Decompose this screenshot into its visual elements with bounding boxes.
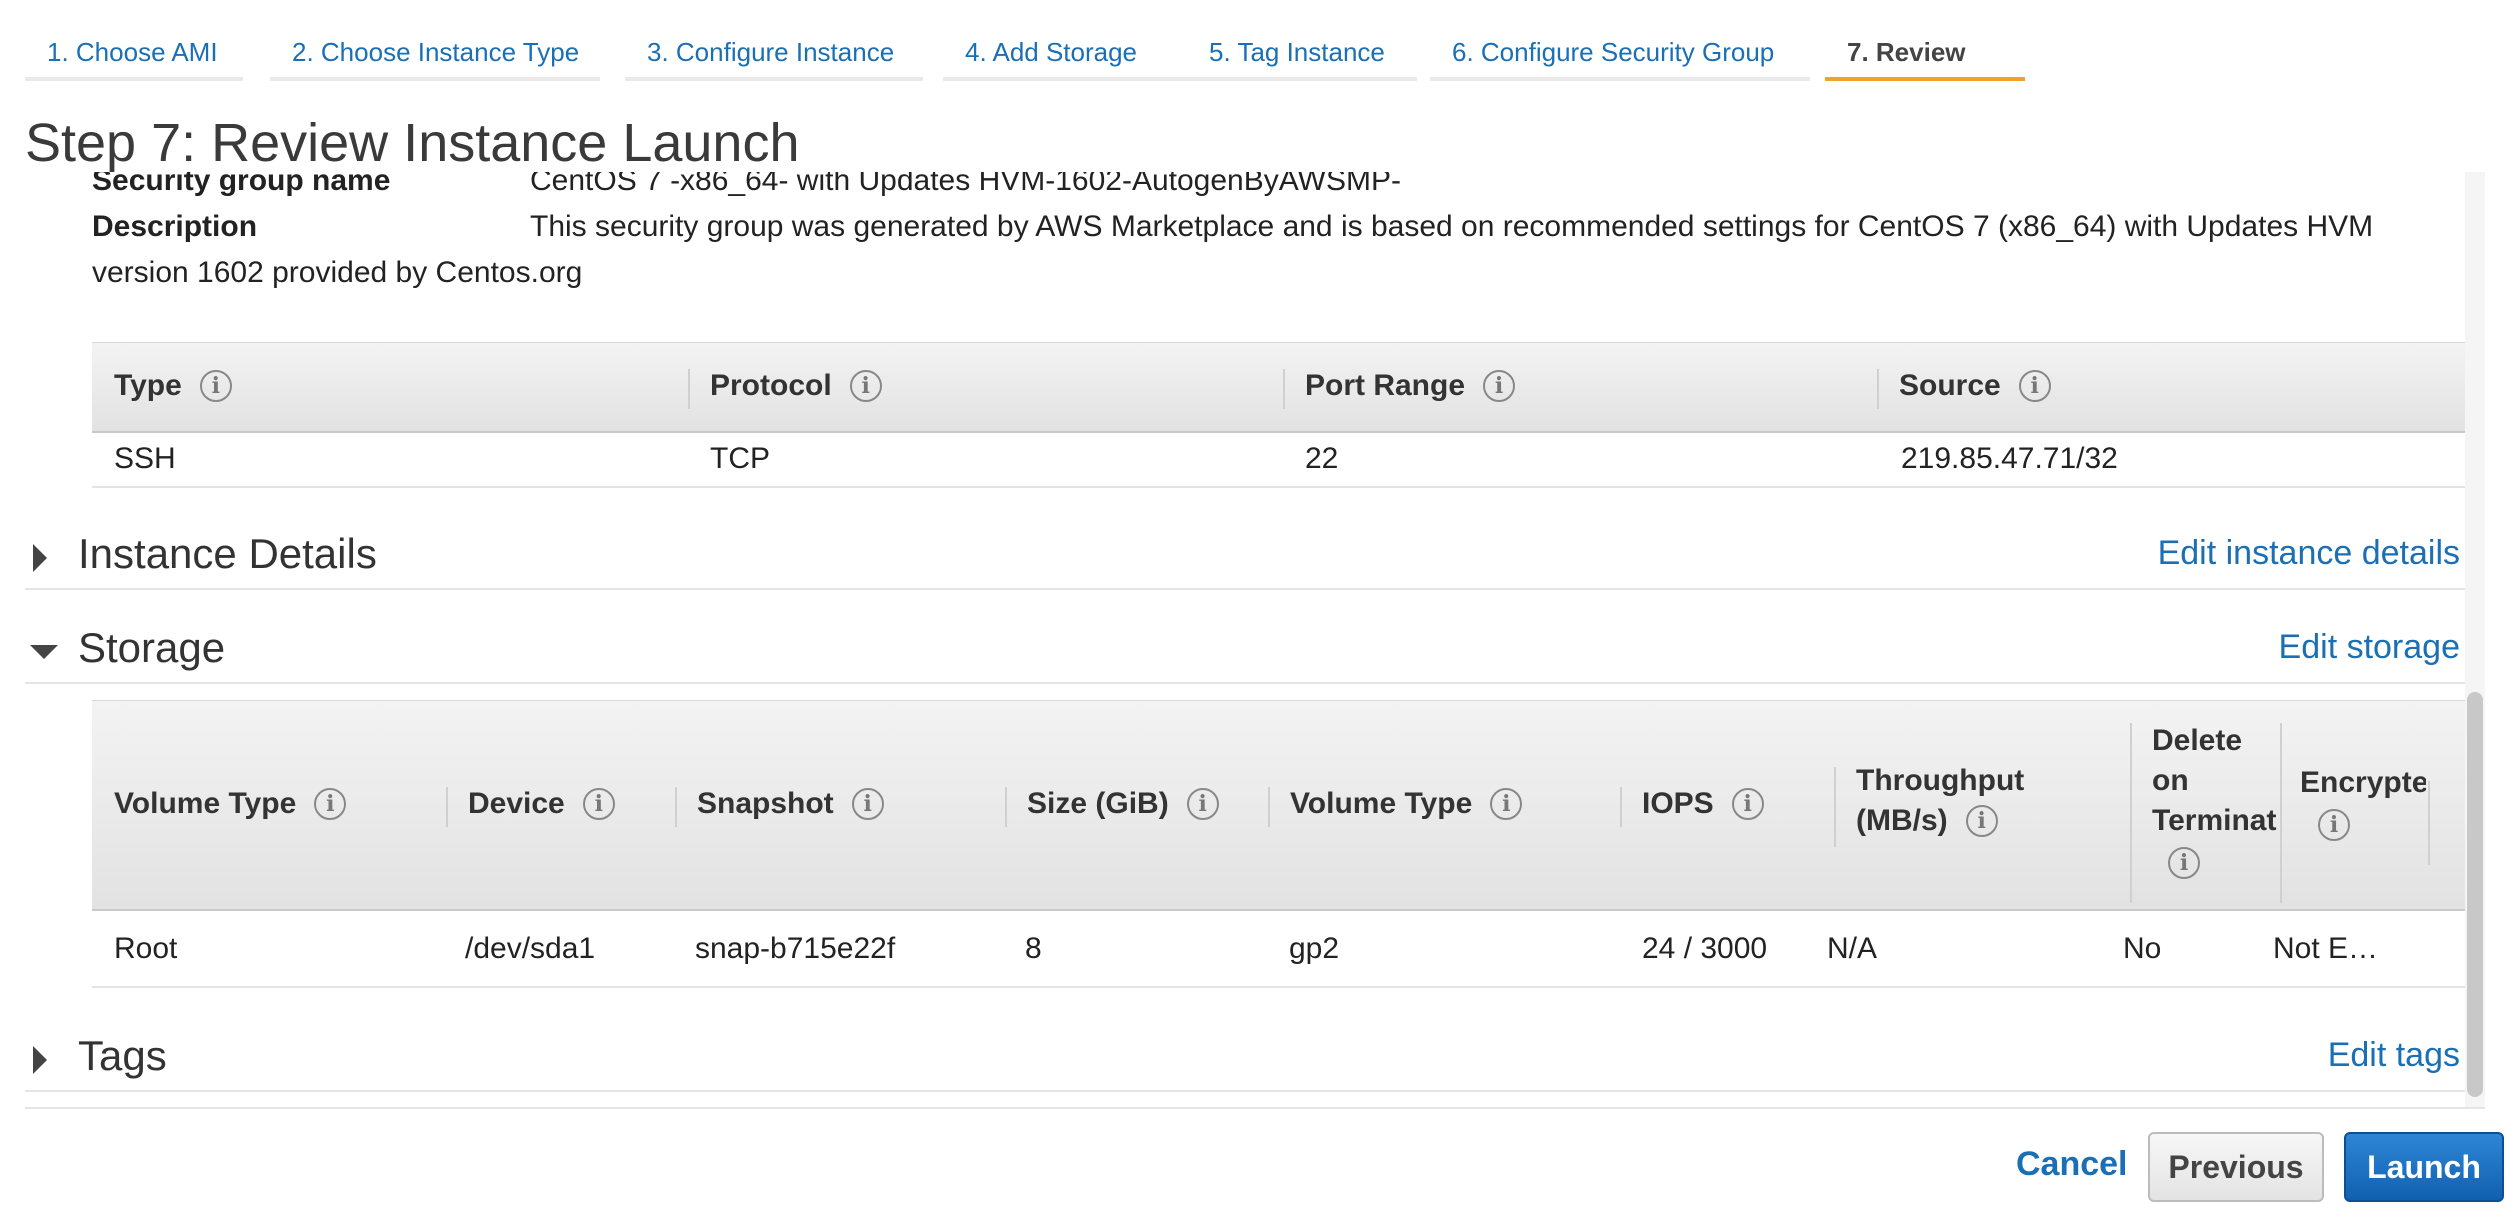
rules-table-header: Type i Protocol i Port Range i Source i	[92, 342, 2485, 433]
security-group-name-label: Security group name	[92, 172, 391, 197]
tab-review[interactable]: 7. Review	[1825, 28, 2025, 81]
info-icon[interactable]: i	[2168, 847, 2200, 879]
cell-device: /dev/sda1	[465, 932, 596, 965]
header-iops: IOPS i	[1620, 787, 1764, 827]
description-value-continued: version 1602 provided by Centos.org	[92, 256, 583, 289]
security-group-name-row: Security group name	[92, 172, 390, 204]
description-value: This security group was generated by AWS…	[530, 210, 2374, 243]
cell-throughput: N/A	[1827, 932, 1878, 965]
cell-type: SSH	[114, 442, 176, 475]
tab-tag-instance[interactable]: 5. Tag Instance	[1187, 28, 1417, 81]
header-device: Device i	[446, 787, 615, 827]
cell-delete-on-termination: No	[2123, 932, 2162, 965]
header-size: Size (GiB) i	[1005, 787, 1219, 827]
row-divider	[92, 986, 2482, 988]
section-title[interactable]: Storage	[78, 624, 225, 672]
review-scroll-pane[interactable]: Security group name CentOS 7 -x86_64- wi…	[25, 172, 2485, 1109]
row-divider	[92, 486, 2485, 488]
header-port-range: Port Range i	[1283, 369, 1516, 409]
cell-encrypted: Not E…	[2273, 932, 2379, 965]
cancel-button[interactable]: Cancel	[2016, 1145, 2128, 1184]
storage-table-header: Volume Type i Device i Snapshot i Size (GiB…	[92, 700, 2482, 911]
cell-port-range: 22	[1305, 442, 1339, 475]
tab-choose-instance-type[interactable]: 2. Choose Instance Type	[270, 28, 600, 81]
previous-button[interactable]: Previous	[2148, 1132, 2324, 1202]
info-icon[interactable]: i	[851, 788, 884, 820]
header-snapshot: Snapshot i	[675, 787, 884, 827]
section-storage: Storage Edit storage	[25, 622, 2465, 684]
info-icon[interactable]: i	[1731, 788, 1764, 820]
edit-tags-link[interactable]: Edit tags	[2328, 1036, 2460, 1075]
info-icon[interactable]: i	[2318, 809, 2350, 841]
header-source: Source i	[1877, 369, 2051, 409]
info-icon[interactable]: i	[314, 788, 347, 820]
header-type: Type i	[114, 369, 232, 403]
info-icon[interactable]: i	[1965, 805, 1998, 837]
tab-add-storage[interactable]: 4. Add Storage	[943, 28, 1187, 81]
cell-snapshot: snap-b715e22f	[695, 932, 896, 965]
section-title[interactable]: Instance Details	[78, 530, 377, 578]
info-icon[interactable]: i	[199, 370, 232, 402]
caret-right-icon[interactable]	[33, 1046, 47, 1074]
section-tags: Tags Edit tags	[25, 1030, 2465, 1092]
cell-size: 8	[1025, 932, 1042, 965]
header-encrypted: Encrypte i	[2300, 763, 2426, 843]
caret-down-icon[interactable]	[30, 645, 58, 659]
info-icon[interactable]: i	[1186, 788, 1219, 820]
cell-protocol: TCP	[710, 442, 770, 475]
caret-right-icon[interactable]	[33, 544, 47, 572]
info-icon[interactable]: i	[849, 370, 882, 402]
scrollbar-thumb[interactable]	[2467, 692, 2483, 1097]
page-title: Step 7: Review Instance Launch	[25, 113, 800, 173]
info-icon[interactable]: i	[1490, 788, 1523, 820]
cell-volume-type-2: gp2	[1289, 932, 1340, 965]
section-instance-details: Instance Details Edit instance details	[25, 528, 2465, 590]
edit-storage-link[interactable]: Edit storage	[2279, 628, 2460, 667]
tab-choose-ami[interactable]: 1. Choose AMI	[25, 28, 243, 81]
tab-configure-security-group[interactable]: 6. Configure Security Group	[1430, 28, 1810, 81]
cell-source: 219.85.47.71/32	[1901, 442, 2118, 475]
scrollbar[interactable]	[2465, 172, 2485, 1107]
edit-instance-details-link[interactable]: Edit instance details	[2158, 534, 2460, 573]
header-protocol: Protocol i	[688, 369, 882, 409]
cell-iops: 24 / 3000	[1642, 932, 1768, 965]
info-icon[interactable]: i	[2018, 370, 2051, 402]
info-icon[interactable]: i	[1483, 370, 1516, 402]
header-volume-type-2: Volume Type i	[1268, 787, 1523, 827]
launch-button[interactable]: Launch	[2344, 1132, 2504, 1202]
info-icon[interactable]: i	[582, 788, 615, 820]
header-volume-type: Volume Type i	[114, 787, 347, 821]
header-delete-on-termination: Delete on Terminat i	[2152, 721, 2278, 881]
security-group-name-value: CentOS 7 -x86_64- with Updates HVM-1602-…	[530, 172, 1401, 197]
header-throughput: Throughput (MB/s) i	[1834, 761, 2024, 847]
section-title[interactable]: Tags	[78, 1032, 167, 1080]
cell-volume-type: Root	[114, 932, 178, 965]
description-label: Description	[92, 210, 258, 243]
tab-configure-instance[interactable]: 3. Configure Instance	[625, 28, 923, 81]
